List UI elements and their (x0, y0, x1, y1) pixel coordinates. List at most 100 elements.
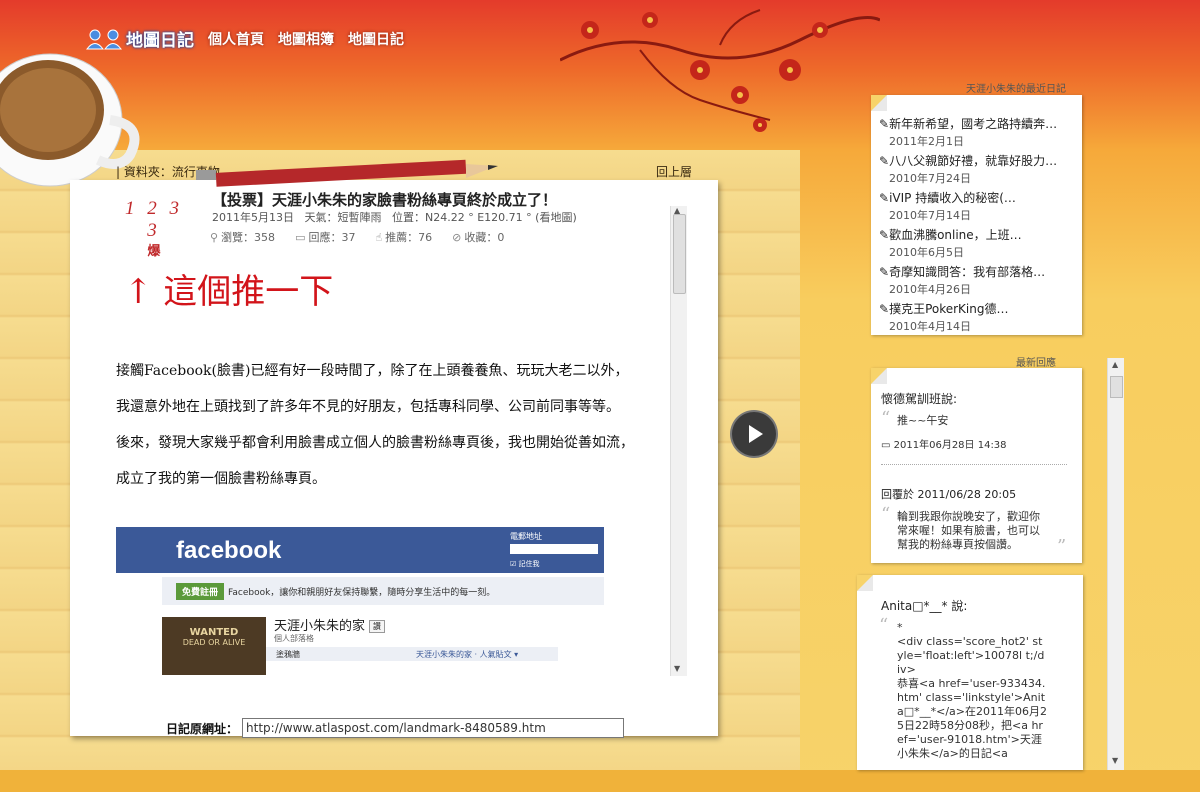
fb-header: facebook 電郵地址 ☑ 記住我 (116, 527, 604, 573)
recent-title[interactable]: 歡血沸騰online，上班… (889, 228, 1022, 242)
recent-date: 2010年7月14日 (889, 209, 971, 222)
diary-url-row: 日記原網址： (166, 718, 625, 738)
url-field[interactable] (242, 718, 625, 738)
reply-label: 回覆於 2011/06/28 20:05 (881, 488, 1017, 501)
sidebar-scrollbar[interactable]: ▲ ▼ (1107, 358, 1124, 770)
site-logo-text: 地圖日記 (126, 31, 194, 51)
diary-content: 1 2 3 3 爆 【投票】天涯小朱朱的家臉書粉絲專頁終於成立了！ 2011年5… (70, 180, 670, 680)
divider (881, 464, 1067, 465)
facebook-screenshot: facebook 電郵地址 ☑ 記住我 免費註冊 Facebook，讓你和親朋好… (116, 527, 604, 675)
next-post-button[interactable] (732, 412, 776, 456)
comment-text: 推~~午安 (897, 414, 949, 427)
post-meta: 2011年5月13日 天氣：短暫陣雨 位置：N24.22 ° E120.71 °… (212, 209, 577, 225)
recent-title[interactable]: 新年新希望，國考之路持續奔… (889, 117, 1057, 131)
view-counter: 1 2 3 3 爆 (116, 198, 192, 259)
views-stat: ⚲ 瀏覽：358 (210, 229, 275, 245)
comment-text: * <div class='score_hot2' style='float:l… (897, 621, 1048, 760)
fb-wanted-text: WANTED (189, 627, 239, 638)
diary-scrollbar[interactable]: ▲ ▼ (670, 206, 687, 676)
pencil-icon-title[interactable]: ✎新年新希望，國考之路持續奔… (879, 115, 1057, 132)
open-quote-icon: “ (879, 615, 889, 636)
recent-date: 2010年7月24日 (889, 172, 971, 185)
paragraph: 成立了我的第一個臉書粉絲專頁。 (116, 471, 326, 487)
back-up-link[interactable]: 回上層 (656, 163, 692, 180)
fb-tagline: Facebook，讓你和親朋好友保持聯繫，隨時分享生活中的每一刻。 (228, 588, 496, 598)
blossom-decoration (560, 9, 880, 132)
comment-time: ▭ 2011年06月28日 14:38 (881, 440, 1007, 451)
comment-time-text: 2011年06月28日 14:38 (893, 440, 1007, 451)
pencil-icon-title[interactable]: ✎八八父親節好禮，就靠好股力… (879, 152, 1057, 169)
diary-paper: 1 2 3 3 爆 【投票】天涯小朱朱的家臉書粉絲專頁終於成立了！ 2011年5… (70, 180, 718, 738)
hot-badge: 爆 (147, 244, 161, 259)
recent-date: 2010年6月5日 (889, 246, 964, 259)
fb-remember: ☑ 記住我 (510, 560, 540, 568)
post-stats: ⚲ 瀏覽：358 ▭ 回應：37 ☝ 推薦：76 ⊘ 收藏：0 (210, 229, 504, 245)
close-quote-icon: ” (1057, 536, 1067, 557)
users-icon (86, 29, 122, 49)
recent-title[interactable]: iVIP 持續收入的秘密(… (889, 191, 1016, 205)
push-prompt: ↑ 這個推一下 (124, 272, 334, 312)
open-quote-icon: “ (881, 408, 891, 429)
paragraph: 我還意外地在上頭找到了許多年不見的好朋友，包括專科同學、公司前同事等等。 (116, 399, 620, 415)
recent-title[interactable]: 奇摩知識問答：我有部落格… (889, 265, 1045, 279)
recent-item[interactable]: ✎八八父親節好禮，就靠好股力… 2010年7月24日 (879, 152, 1057, 186)
url-label: 日記原網址： (166, 721, 239, 736)
fb-page-type: 個人部落格 (274, 634, 314, 643)
magnifier-icon: ⚲ (210, 231, 219, 244)
top-nav: 地圖日記 個人首頁 地圖相簿 地圖日記 (86, 26, 404, 51)
fb-signup: 免費註冊 (176, 583, 225, 600)
fb-tab-row: 塗鴉牆 天涯小朱朱的家 · 人氣貼文 ▾ (266, 647, 558, 661)
pencil-icon-title[interactable]: ✎歡血沸騰online，上班… (879, 226, 1022, 243)
scroll-thumb[interactable] (673, 214, 686, 294)
scroll-down-icon[interactable]: ▼ (1112, 756, 1118, 765)
fb-email-label: 電郵地址 (510, 532, 542, 541)
thumbs-up-icon: ☝ (375, 231, 383, 244)
favorites-stat: ⊘ 收藏：0 (452, 229, 504, 245)
post-title: 【投票】天涯小朱朱的家臉書粉絲專頁終於成立了！ (212, 191, 558, 209)
recent-item[interactable]: ✎奇摩知識問答：我有部落格… 2010年4月26日 (879, 263, 1045, 297)
comments-panel-2: Anita□*__* 說: “ * <div class='score_hot2… (857, 575, 1083, 770)
site-logo[interactable]: 地圖日記 (86, 26, 194, 51)
open-quote-icon: “ (881, 504, 891, 525)
recent-item[interactable]: ✎iVIP 持續收入的秘密(… 2010年7月14日 (879, 189, 1016, 223)
fb-page-title: 天涯小朱朱的家 (274, 619, 366, 634)
replies-stat: ▭ 回應：37 (295, 229, 355, 245)
fb-wanted-sub: DEAD OR ALIVE (182, 638, 246, 647)
fb-remember-text: 記住我 (518, 560, 540, 568)
scroll-thumb[interactable] (1110, 376, 1123, 398)
fb-profile-picture: WANTED DEAD OR ALIVE (162, 617, 266, 675)
panel-fold (857, 575, 873, 591)
footer-bar (0, 770, 1200, 792)
recent-panel-title: 天涯小朱朱的最近日記 (966, 84, 1066, 95)
view-map-link[interactable]: (看地圖) (535, 211, 577, 224)
paragraph: 接觸Facebook(臉書)已經有好一段時間了，除了在上頭養養魚、玩玩大老二以外… (116, 363, 629, 379)
scroll-up-icon[interactable]: ▲ (1112, 360, 1118, 369)
fb-like: 讚 (369, 620, 386, 633)
fb-tab-right: 天涯小朱朱的家 · 人氣貼文 ▾ (416, 650, 519, 659)
bookmark-icon: ⊘ (452, 231, 462, 244)
reply-text: 輪到我跟你說晚安了，歡迎你常來喔！如果有臉書，也可以幫我的粉絲專頁按個讚。 (897, 510, 1040, 551)
recent-title[interactable]: 撲克王PokerKing德… (889, 302, 1008, 316)
nav-home[interactable]: 個人首頁 (208, 29, 264, 49)
fb-page-name: 天涯小朱朱的家讚 (274, 615, 386, 634)
recent-date: 2010年4月26日 (889, 283, 971, 296)
comments-panel: 懷德駕訓班說: “ 推~~午安 ▭ 2011年06月28日 14:38 回覆於 … (871, 368, 1082, 563)
pencil-icon-title[interactable]: ✎奇摩知識問答：我有部落格… (879, 263, 1045, 280)
nav-album[interactable]: 地圖相簿 (278, 29, 334, 49)
post-date: 2011年5月13日 (212, 211, 294, 224)
replies-text: 回應：37 (308, 231, 356, 244)
recommends-stat: ☝ 推薦：76 (375, 229, 432, 245)
fb-email-box (510, 544, 598, 554)
recent-item[interactable]: ✎歡血沸騰online，上班… 2010年6月5日 (879, 226, 1022, 260)
recent-item[interactable]: ✎新年新希望，國考之路持續奔… 2011年2月1日 (879, 115, 1057, 149)
recent-item[interactable]: ✎撲克王PokerKing德… 2010年4月14日 (879, 300, 1008, 334)
recent-diaries-panel: ✎新年新希望，國考之路持續奔… 2011年2月1日 ✎八八父親節好禮，就靠好股力…… (871, 95, 1082, 335)
pencil-icon-title[interactable]: ✎iVIP 持續收入的秘密(… (879, 189, 1016, 206)
recent-date: 2010年4月14日 (889, 320, 971, 333)
recent-date: 2011年2月1日 (889, 135, 964, 148)
recent-title[interactable]: 八八父親節好禮，就靠好股力… (889, 154, 1057, 168)
pencil-icon-title[interactable]: ✎撲克王PokerKing德… (879, 300, 1008, 317)
scroll-down-icon[interactable]: ▼ (674, 664, 680, 673)
nav-diary[interactable]: 地圖日記 (348, 29, 404, 49)
folder-label: | 資料夾： (116, 165, 172, 179)
